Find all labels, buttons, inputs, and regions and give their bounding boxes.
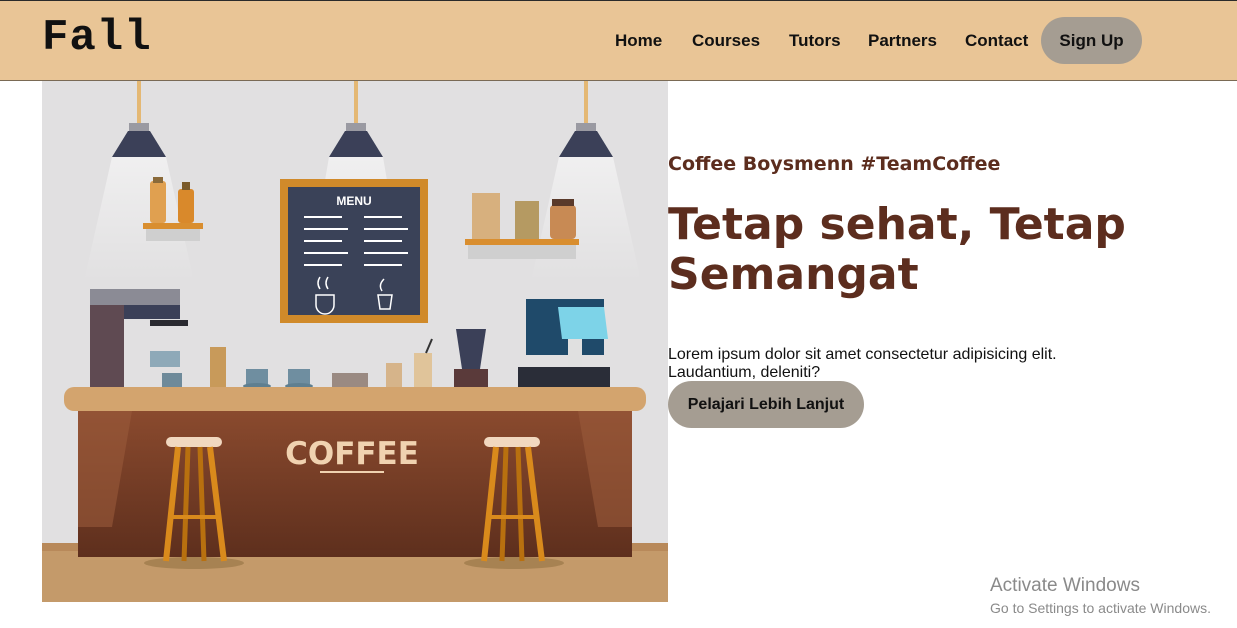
nav-link-courses[interactable]: Courses [692,31,760,51]
nav-link-tutors[interactable]: Tutors [789,31,841,51]
navbar: Fall Home Courses Tutors Partners Contac… [0,0,1237,81]
hero-headline: Tetap sehat, Tetap Semangat [668,199,1126,300]
site-logo[interactable]: Fall [42,13,152,63]
coffee-shop-illustration: MENU COFFEE [42,81,668,602]
signup-button[interactable]: Sign Up [1041,17,1142,64]
windows-activation-watermark: Activate Windows Go to Settings to activ… [990,575,1211,617]
watermark-title: Activate Windows [990,575,1140,596]
counter-sign: COFFEE [285,436,419,472]
nav-link-contact[interactable]: Contact [965,31,1028,51]
learn-more-button[interactable]: Pelajari Lebih Lanjut [668,381,864,428]
menu-board-title: MENU [336,194,371,208]
nav-link-home[interactable]: Home [615,31,662,51]
nav-link-partners[interactable]: Partners [868,31,937,51]
watermark-subtitle: Go to Settings to activate Windows. [990,600,1211,616]
hero-description: Lorem ipsum dolor sit amet consectetur a… [668,346,1057,381]
hero-tagline: Coffee Boysmenn #TeamCoffee [668,153,1001,175]
